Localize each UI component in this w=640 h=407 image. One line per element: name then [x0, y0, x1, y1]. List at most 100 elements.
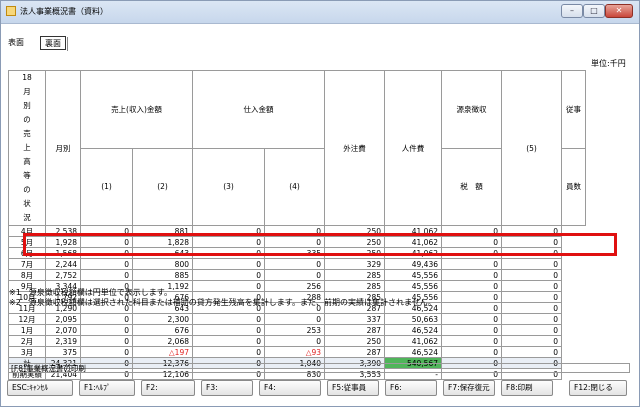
value-cell-emp[interactable]: 0	[501, 258, 562, 270]
value-cell-labor[interactable]: 285	[324, 269, 385, 281]
value-cell-out[interactable]: 256	[264, 280, 325, 292]
fkey-button[interactable]: F12:閉じる	[569, 380, 627, 396]
value-cell-labor[interactable]: 329	[324, 258, 385, 270]
table-row[interactable]: 7月 2,244 0 800 0 0 329 49,436 0 0	[8, 258, 586, 270]
table-row[interactable]: 8月 2,752 0 885 0 0 285 45,556 0 0	[8, 269, 586, 281]
value-cell-s2[interactable]: 0	[80, 346, 133, 358]
value-cell-labor[interactable]: 287	[324, 324, 385, 336]
value-cell-out[interactable]: △93	[264, 346, 325, 358]
value-cell-p3[interactable]: △197	[132, 346, 193, 358]
header-purchase: 仕入金額	[192, 70, 325, 149]
value-cell-c5[interactable]: 0	[441, 313, 502, 325]
value-cell-emp[interactable]: 0	[501, 269, 562, 281]
fkey-button[interactable]: F3:	[201, 380, 253, 396]
value-cell-emp[interactable]: 0	[501, 302, 562, 314]
value-cell-p4[interactable]: 0	[192, 313, 265, 325]
main-window: 法人事業概況書（資料） – □ ✕ 表面 裏面 単位:千円 18 月別の売上高等の…	[0, 0, 640, 407]
month-cell: 1月	[8, 324, 46, 336]
value-cell-emp[interactable]: 0	[501, 313, 562, 325]
tab-divider	[67, 37, 68, 51]
value-cell-c5[interactable]: 0	[441, 346, 502, 358]
value-cell-wh[interactable]: 41,062	[384, 335, 442, 347]
fkey-button[interactable]: F4:	[259, 380, 321, 396]
value-cell-p4[interactable]: 0	[192, 324, 265, 336]
minimize-button[interactable]: –	[561, 4, 583, 18]
fkey-button[interactable]: F6:	[385, 380, 437, 396]
value-cell-emp[interactable]: 0	[501, 346, 562, 358]
value-cell-wh[interactable]: 45,556	[384, 269, 442, 281]
value-cell-out[interactable]: 0	[264, 313, 325, 325]
table-row[interactable]: 12月 2,095 0 2,300 0 0 337 50,663 0 0	[8, 313, 586, 325]
fkey-button[interactable]: F8:印刷	[501, 380, 553, 396]
value-cell-labor[interactable]: 337	[324, 313, 385, 325]
table-row[interactable]: 2月 2,319 0 2,068 0 0 250 41,062 0 0	[8, 335, 586, 347]
side-label-char: 況	[23, 213, 31, 222]
month-cell: 7月	[8, 258, 46, 270]
value-cell-labor[interactable]: 250	[324, 335, 385, 347]
header-sales: 売上(収入)金額	[80, 70, 193, 149]
value-cell-p4[interactable]: 0	[192, 269, 265, 281]
value-cell-p3[interactable]: 885	[132, 269, 193, 281]
fkey-button[interactable]: F5:従事員	[327, 380, 379, 396]
sales-table: 18 月別の売上高等の状況 月別 売上(収入)金額 仕入金額 外注費 人件費 源泉…	[8, 70, 586, 380]
value-cell-p4[interactable]: 0	[192, 258, 265, 270]
value-cell-c5[interactable]: 0	[441, 280, 502, 292]
value-cell-wh[interactable]: 50,663	[384, 313, 442, 325]
tab-front[interactable]: 表面	[8, 36, 34, 50]
value-cell-c5[interactable]: 0	[441, 258, 502, 270]
value-cell-s1[interactable]: 2,070	[45, 324, 81, 336]
tab-back[interactable]: 裏面	[40, 36, 66, 50]
value-cell-emp[interactable]: 0	[501, 280, 562, 292]
value-cell-s1[interactable]: 2,095	[45, 313, 81, 325]
header-col5: (5)	[501, 70, 562, 226]
value-cell-p3[interactable]: 800	[132, 258, 193, 270]
value-cell-out[interactable]: 0	[264, 258, 325, 270]
header-sales-1: (1)	[80, 147, 133, 226]
value-cell-p4[interactable]: 0	[192, 335, 265, 347]
value-cell-s1[interactable]: 2,244	[45, 258, 81, 270]
value-cell-p3[interactable]: 2,068	[132, 335, 193, 347]
maximize-button[interactable]: □	[583, 4, 605, 18]
fkey-button[interactable]: F7:保存復元	[443, 380, 495, 396]
value-cell-s1[interactable]: 375	[45, 346, 81, 358]
table-row[interactable]: 1月 2,070 0 676 0 253 287 46,524 0 0	[8, 324, 586, 336]
value-cell-wh[interactable]: 46,524	[384, 346, 442, 358]
value-cell-c5[interactable]: 0	[441, 335, 502, 347]
side-label-char: 売	[23, 129, 31, 138]
value-cell-c5[interactable]: 0	[441, 324, 502, 336]
value-cell-p3[interactable]: 676	[132, 324, 193, 336]
status-bar: [F8]事業概況書の印刷	[8, 363, 630, 373]
fkey-button[interactable]: F1:ﾍﾙﾌﾟ	[79, 380, 135, 396]
value-cell-s2[interactable]: 0	[80, 313, 133, 325]
value-cell-s1[interactable]: 2,752	[45, 269, 81, 281]
side-label-char: 等	[23, 171, 31, 180]
fkey-button[interactable]: ESC:ｷｬﾝｾﾙ	[7, 380, 73, 396]
table-row[interactable]: 3月 375 0 △197 0 △93 287 46,524 0 0	[8, 346, 586, 358]
value-cell-s2[interactable]: 0	[80, 324, 133, 336]
value-cell-emp[interactable]: 0	[501, 291, 562, 303]
value-cell-c5[interactable]: 0	[441, 302, 502, 314]
value-cell-c5[interactable]: 0	[441, 291, 502, 303]
value-cell-s2[interactable]: 0	[80, 269, 133, 281]
value-cell-p3[interactable]: 2,300	[132, 313, 193, 325]
value-cell-p4[interactable]: 0	[192, 346, 265, 358]
value-cell-labor[interactable]: 285	[324, 280, 385, 292]
value-cell-s1[interactable]: 2,319	[45, 335, 81, 347]
value-cell-out[interactable]: 0	[264, 269, 325, 281]
value-cell-labor[interactable]: 287	[324, 346, 385, 358]
value-cell-c5[interactable]: 0	[441, 269, 502, 281]
value-cell-wh[interactable]: 45,556	[384, 280, 442, 292]
value-cell-out[interactable]: 253	[264, 324, 325, 336]
value-cell-s2[interactable]: 0	[80, 335, 133, 347]
header-purchase-3: (3)	[192, 147, 265, 226]
fkey-button[interactable]: F2:	[141, 380, 195, 396]
value-cell-wh[interactable]: 49,436	[384, 258, 442, 270]
close-button[interactable]: ✕	[605, 4, 633, 18]
value-cell-wh[interactable]: 46,524	[384, 324, 442, 336]
value-cell-out[interactable]: 0	[264, 335, 325, 347]
value-cell-s2[interactable]: 0	[80, 258, 133, 270]
value-cell-emp[interactable]: 0	[501, 335, 562, 347]
value-cell-p4[interactable]: 0	[192, 280, 265, 292]
value-cell-emp[interactable]: 0	[501, 324, 562, 336]
note-2: ※2 源泉徴収税額欄は選択された科目または補助の貸方発生残高を集計します。また、…	[9, 298, 436, 307]
